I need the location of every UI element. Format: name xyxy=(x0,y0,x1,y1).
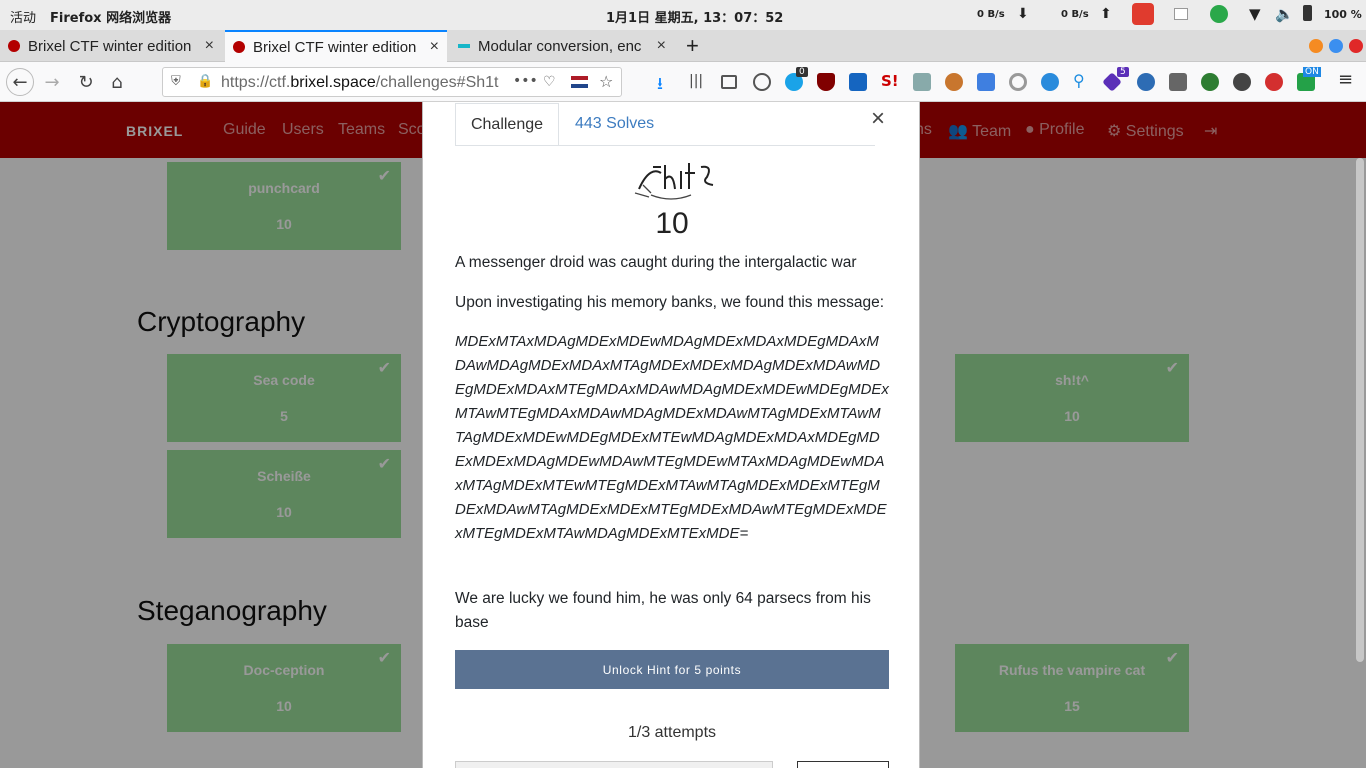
upload-arrow-icon: ⬆ xyxy=(1100,6,1112,22)
tab-title: Brixel CTF winter edition xyxy=(28,37,192,55)
netherlands-flag-icon xyxy=(571,76,588,88)
tab-challenge[interactable]: Challenge xyxy=(455,103,559,145)
brixel-favicon-icon xyxy=(233,41,245,53)
grid-extension-icon[interactable] xyxy=(1169,73,1187,91)
tab-brixel-2[interactable]: Brixel CTF winter edition × xyxy=(225,30,447,62)
maximize-window-icon[interactable] xyxy=(1329,39,1343,53)
attempts-counter: 1/3 attempts xyxy=(627,724,717,741)
green-extension-icon[interactable] xyxy=(1201,73,1219,91)
sidebar-icon[interactable] xyxy=(721,75,737,89)
lock-icon[interactable]: 🔒 xyxy=(197,74,213,89)
skype-extension-icon[interactable] xyxy=(849,73,867,91)
purple-extension-badge: 5 xyxy=(1117,67,1129,77)
downloads-icon[interactable]: ⭳ xyxy=(657,71,675,94)
app-menu[interactable]: Firefox 网络浏览器 xyxy=(50,7,171,26)
forward-arrow-icon[interactable]: → xyxy=(38,68,66,96)
account-icon[interactable] xyxy=(753,73,771,91)
challenge-description-line3: We are lucky we found him, he was only 6… xyxy=(455,590,871,631)
gear-extension-icon[interactable] xyxy=(1041,73,1059,91)
brixel-favicon-icon xyxy=(8,40,20,52)
circle-extension-icon[interactable] xyxy=(1009,73,1027,91)
wechat-icon[interactable] xyxy=(1210,5,1228,23)
bookmark-star-icon[interactable]: ☆ xyxy=(599,72,613,91)
dots-extension-icon[interactable] xyxy=(1233,73,1251,91)
toggle-on-badge: ON xyxy=(1303,67,1321,77)
minimize-window-icon[interactable] xyxy=(1309,39,1323,53)
download-arrow-icon: ⬇ xyxy=(1017,6,1029,22)
volume-icon[interactable]: 🔈 xyxy=(1275,5,1294,23)
page-scrollbar[interactable] xyxy=(1356,158,1364,662)
challenge-points: 10 xyxy=(655,207,689,240)
url-text[interactable]: https://ctf.brixel.space/challenges#Sh1t xyxy=(221,74,499,92)
download-speed: 0 B/s xyxy=(977,9,1005,20)
shield-icon[interactable]: ⛨ xyxy=(171,74,181,89)
battery-icon[interactable] xyxy=(1303,5,1312,21)
flag-input[interactable] xyxy=(455,761,773,768)
clock[interactable]: 1月1日 星期五, 13：07：52 xyxy=(606,7,783,26)
tab-modular-conversion[interactable]: Modular conversion, enc × xyxy=(450,30,674,62)
close-tab-icon[interactable]: × xyxy=(657,37,666,55)
url-domain: brixel.space xyxy=(290,74,376,91)
new-tab-button[interactable]: + xyxy=(678,30,706,62)
unlock-hint-button[interactable]: Unlock Hint for 5 points xyxy=(455,650,889,689)
page-content: BRIXEL Guide Users Teams Sco ns 👥 Team ●… xyxy=(0,102,1366,768)
s-extension-icon[interactable]: S! xyxy=(881,72,899,90)
submit-button[interactable] xyxy=(797,761,889,768)
pocket-icon[interactable]: ♡ xyxy=(543,74,556,90)
url-prefix: https://ctf. xyxy=(221,74,291,91)
close-tab-icon[interactable]: × xyxy=(430,38,439,56)
tab-solves[interactable]: 443 Solves xyxy=(575,103,654,145)
puzzle-extension-icon[interactable] xyxy=(913,73,931,91)
tab-title: Modular conversion, enc xyxy=(478,37,642,55)
wifi-icon[interactable]: ▼ xyxy=(1249,5,1261,23)
browser-tab-bar: Brixel CTF winter edition × Brixel CTF w… xyxy=(0,30,1366,62)
ublock-icon[interactable] xyxy=(817,73,835,91)
browser-nav-bar: ← → ↻ ⌂ ⛨ 🔒 https://ctf.brixel.space/cha… xyxy=(0,62,1366,102)
close-modal-icon[interactable]: × xyxy=(871,105,885,133)
page-actions-icon[interactable]: ••• xyxy=(513,73,538,89)
close-window-icon[interactable] xyxy=(1349,39,1363,53)
upload-speed: 0 B/s xyxy=(1061,9,1089,20)
challenge-title-glitch-image xyxy=(634,163,714,200)
challenge-description-line2: Upon investigating his memory banks, we … xyxy=(455,294,885,311)
activities-button[interactable]: 活动 xyxy=(10,7,36,26)
home-icon[interactable]: ⌂ xyxy=(103,68,131,96)
challenge-description-line1: A messenger droid was caught during the … xyxy=(455,254,857,271)
url-path: /challenges#Sh1t xyxy=(375,74,499,91)
reload-icon[interactable]: ↻ xyxy=(72,68,100,96)
cookie-extension-icon[interactable] xyxy=(945,73,963,91)
key-extension-icon[interactable]: ⚲ xyxy=(1073,71,1091,90)
os-top-bar: 活动 Firefox 网络浏览器 1月1日 星期五, 13：07：52 0 B/… xyxy=(0,0,1366,30)
close-tab-icon[interactable]: × xyxy=(205,37,214,55)
container-badge: 0 xyxy=(796,67,808,77)
url-bar[interactable]: ⛨ 🔒 https://ctf.brixel.space/challenges#… xyxy=(162,67,622,97)
netease-music-icon[interactable] xyxy=(1132,3,1154,25)
hamburger-menu-icon[interactable]: ≡ xyxy=(1338,69,1356,90)
globe-extension-icon[interactable] xyxy=(1137,73,1155,91)
translate-extension-icon[interactable] xyxy=(977,73,995,91)
back-arrow-icon[interactable]: ← xyxy=(6,68,34,96)
tray-window-icon[interactable] xyxy=(1174,8,1188,20)
tab-title: Brixel CTF winter edition xyxy=(253,38,417,56)
cipher-text: MDExMTAxMDAgMDExMDEwMDAgMDExMDAxMDEgMDAx… xyxy=(455,333,889,542)
challenge-modal: Challenge 443 Solves × 10 A messenger dr… xyxy=(422,102,920,768)
library-icon[interactable]: ||| xyxy=(689,73,707,91)
battery-percent: 100 % xyxy=(1324,8,1362,21)
tab-brixel-1[interactable]: Brixel CTF winter edition × xyxy=(0,30,222,62)
dcode-favicon-icon xyxy=(458,44,470,48)
tab-divider xyxy=(455,145,875,146)
record-extension-icon[interactable] xyxy=(1265,73,1283,91)
